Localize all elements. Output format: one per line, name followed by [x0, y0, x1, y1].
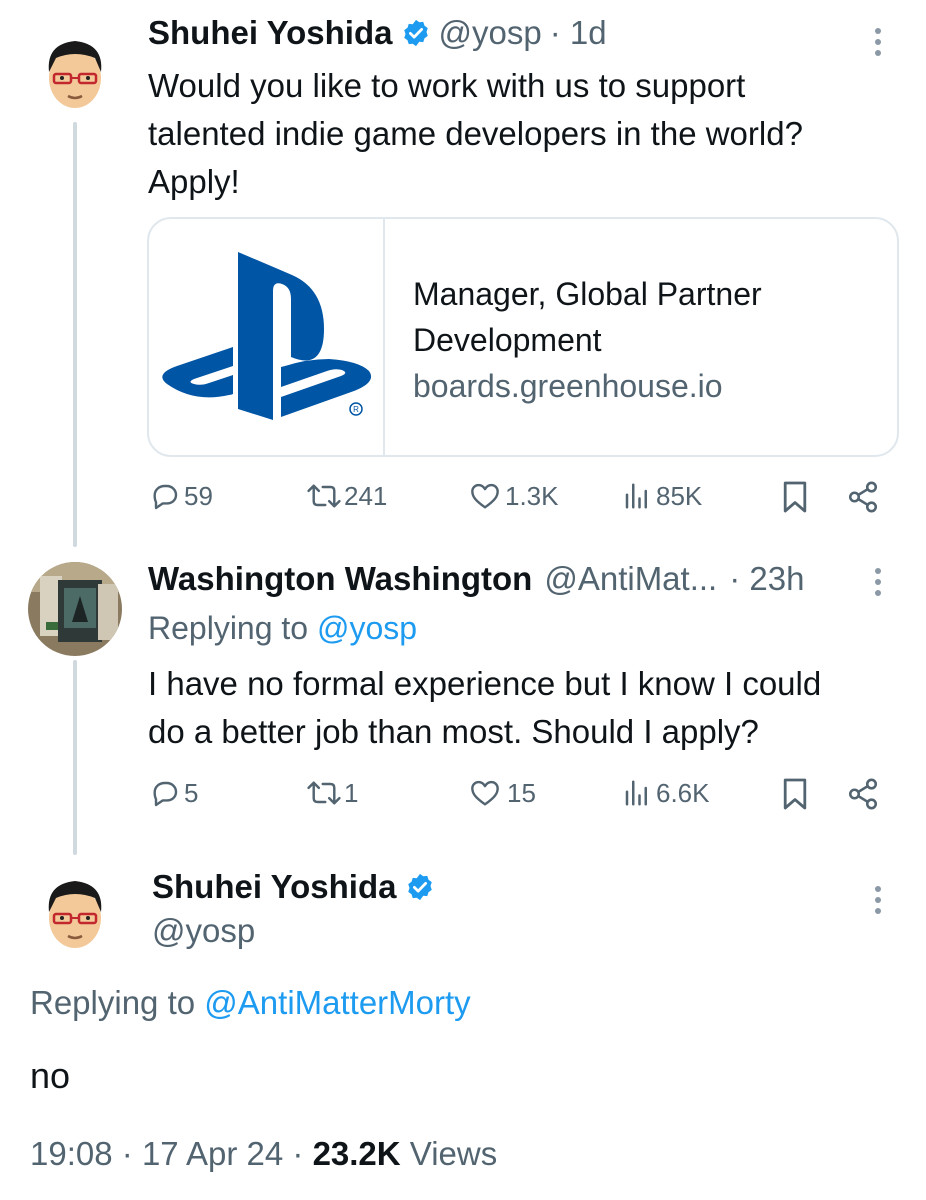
reply-count: 5: [184, 777, 199, 808]
views-icon: [625, 483, 647, 509]
replying-to-link[interactable]: @yosp: [317, 610, 417, 646]
share-button[interactable]: [846, 777, 880, 811]
avatar[interactable]: [28, 562, 122, 656]
tweet-time[interactable]: 19:08: [30, 1135, 113, 1172]
more-icon[interactable]: [873, 568, 883, 601]
retweet-button[interactable]: 241: [306, 480, 387, 512]
tweet-time[interactable]: · 23h: [729, 560, 804, 598]
verified-badge-icon: [407, 873, 432, 901]
tweet-text: no: [30, 1055, 71, 1096]
views-button[interactable]: 6.6K: [622, 777, 710, 809]
tweet-meta: 19:08 · 17 Apr 24 · 23.2K Views: [30, 1135, 498, 1172]
retweet-count: 241: [344, 480, 388, 511]
more-icon[interactable]: [873, 28, 883, 61]
like-count: 1.3K: [505, 480, 559, 511]
replying-to-link[interactable]: @AntiMatterMorty: [204, 984, 470, 1021]
like-count: 15: [507, 777, 536, 808]
views-count: 85K: [656, 480, 703, 511]
bookmark-icon: [783, 778, 807, 810]
retweet-button[interactable]: 1: [306, 777, 358, 809]
like-button[interactable]: 1.3K: [469, 480, 559, 512]
views-count: 23.2K: [312, 1135, 401, 1172]
author-name[interactable]: Shuhei Yoshida: [148, 14, 393, 52]
like-button[interactable]: 15: [469, 777, 536, 809]
reply-icon: [153, 781, 178, 807]
bookmark-icon: [783, 481, 807, 513]
playstation-logo: R: [162, 252, 372, 420]
verified-badge-icon: [403, 19, 428, 47]
thread-line: [73, 122, 77, 547]
bookmark-button[interactable]: [781, 480, 809, 514]
reply-count: 59: [184, 480, 213, 511]
author-handle[interactable]: @AntiMat...: [544, 560, 717, 598]
share-icon: [848, 481, 878, 513]
author-name[interactable]: Shuhei Yoshida: [152, 868, 397, 906]
card-domain: boards.greenhouse.io: [413, 368, 723, 404]
card-image: R: [149, 219, 385, 455]
reply-button[interactable]: 59: [148, 480, 213, 512]
retweet-count: 1: [344, 777, 359, 808]
like-icon: [471, 483, 499, 509]
retweet-icon: [307, 781, 341, 805]
thread-line: [73, 660, 77, 855]
svg-text:R: R: [353, 405, 359, 414]
reply-button[interactable]: 5: [148, 777, 198, 809]
share-button[interactable]: [846, 480, 880, 514]
author-name[interactable]: Washington Washington: [148, 560, 532, 598]
reply-icon: [153, 484, 178, 510]
author-handle[interactable]: @yosp: [439, 14, 542, 52]
tweet-text: I have no formal experience but I know I…: [148, 665, 822, 750]
share-icon: [848, 778, 878, 810]
tweet-date[interactable]: 17 Apr 24: [142, 1135, 283, 1172]
bookmark-button[interactable]: [781, 777, 809, 811]
replying-to: Replying to @AntiMatterMorty: [30, 984, 471, 1021]
more-icon[interactable]: [873, 886, 883, 919]
tweet-text: Would you like to work with us to suppor…: [148, 67, 803, 200]
replying-to: Replying to @yosp: [148, 610, 418, 646]
avatar[interactable]: [32, 868, 118, 954]
card-title: Manager, Global Partner: [413, 276, 762, 312]
avatar[interactable]: [32, 28, 118, 114]
views-button[interactable]: 85K: [622, 480, 702, 512]
link-card[interactable]: R Manager, Global Partner Development bo…: [147, 217, 899, 457]
like-icon: [471, 780, 499, 806]
retweet-icon: [307, 484, 341, 508]
views-icon: [625, 780, 647, 806]
tweet-time[interactable]: · 1d: [550, 14, 607, 52]
author-handle[interactable]: @yosp: [152, 912, 255, 950]
card-title: Development: [413, 322, 602, 358]
views-count: 6.6K: [656, 777, 710, 808]
views-label: Views: [409, 1135, 498, 1172]
